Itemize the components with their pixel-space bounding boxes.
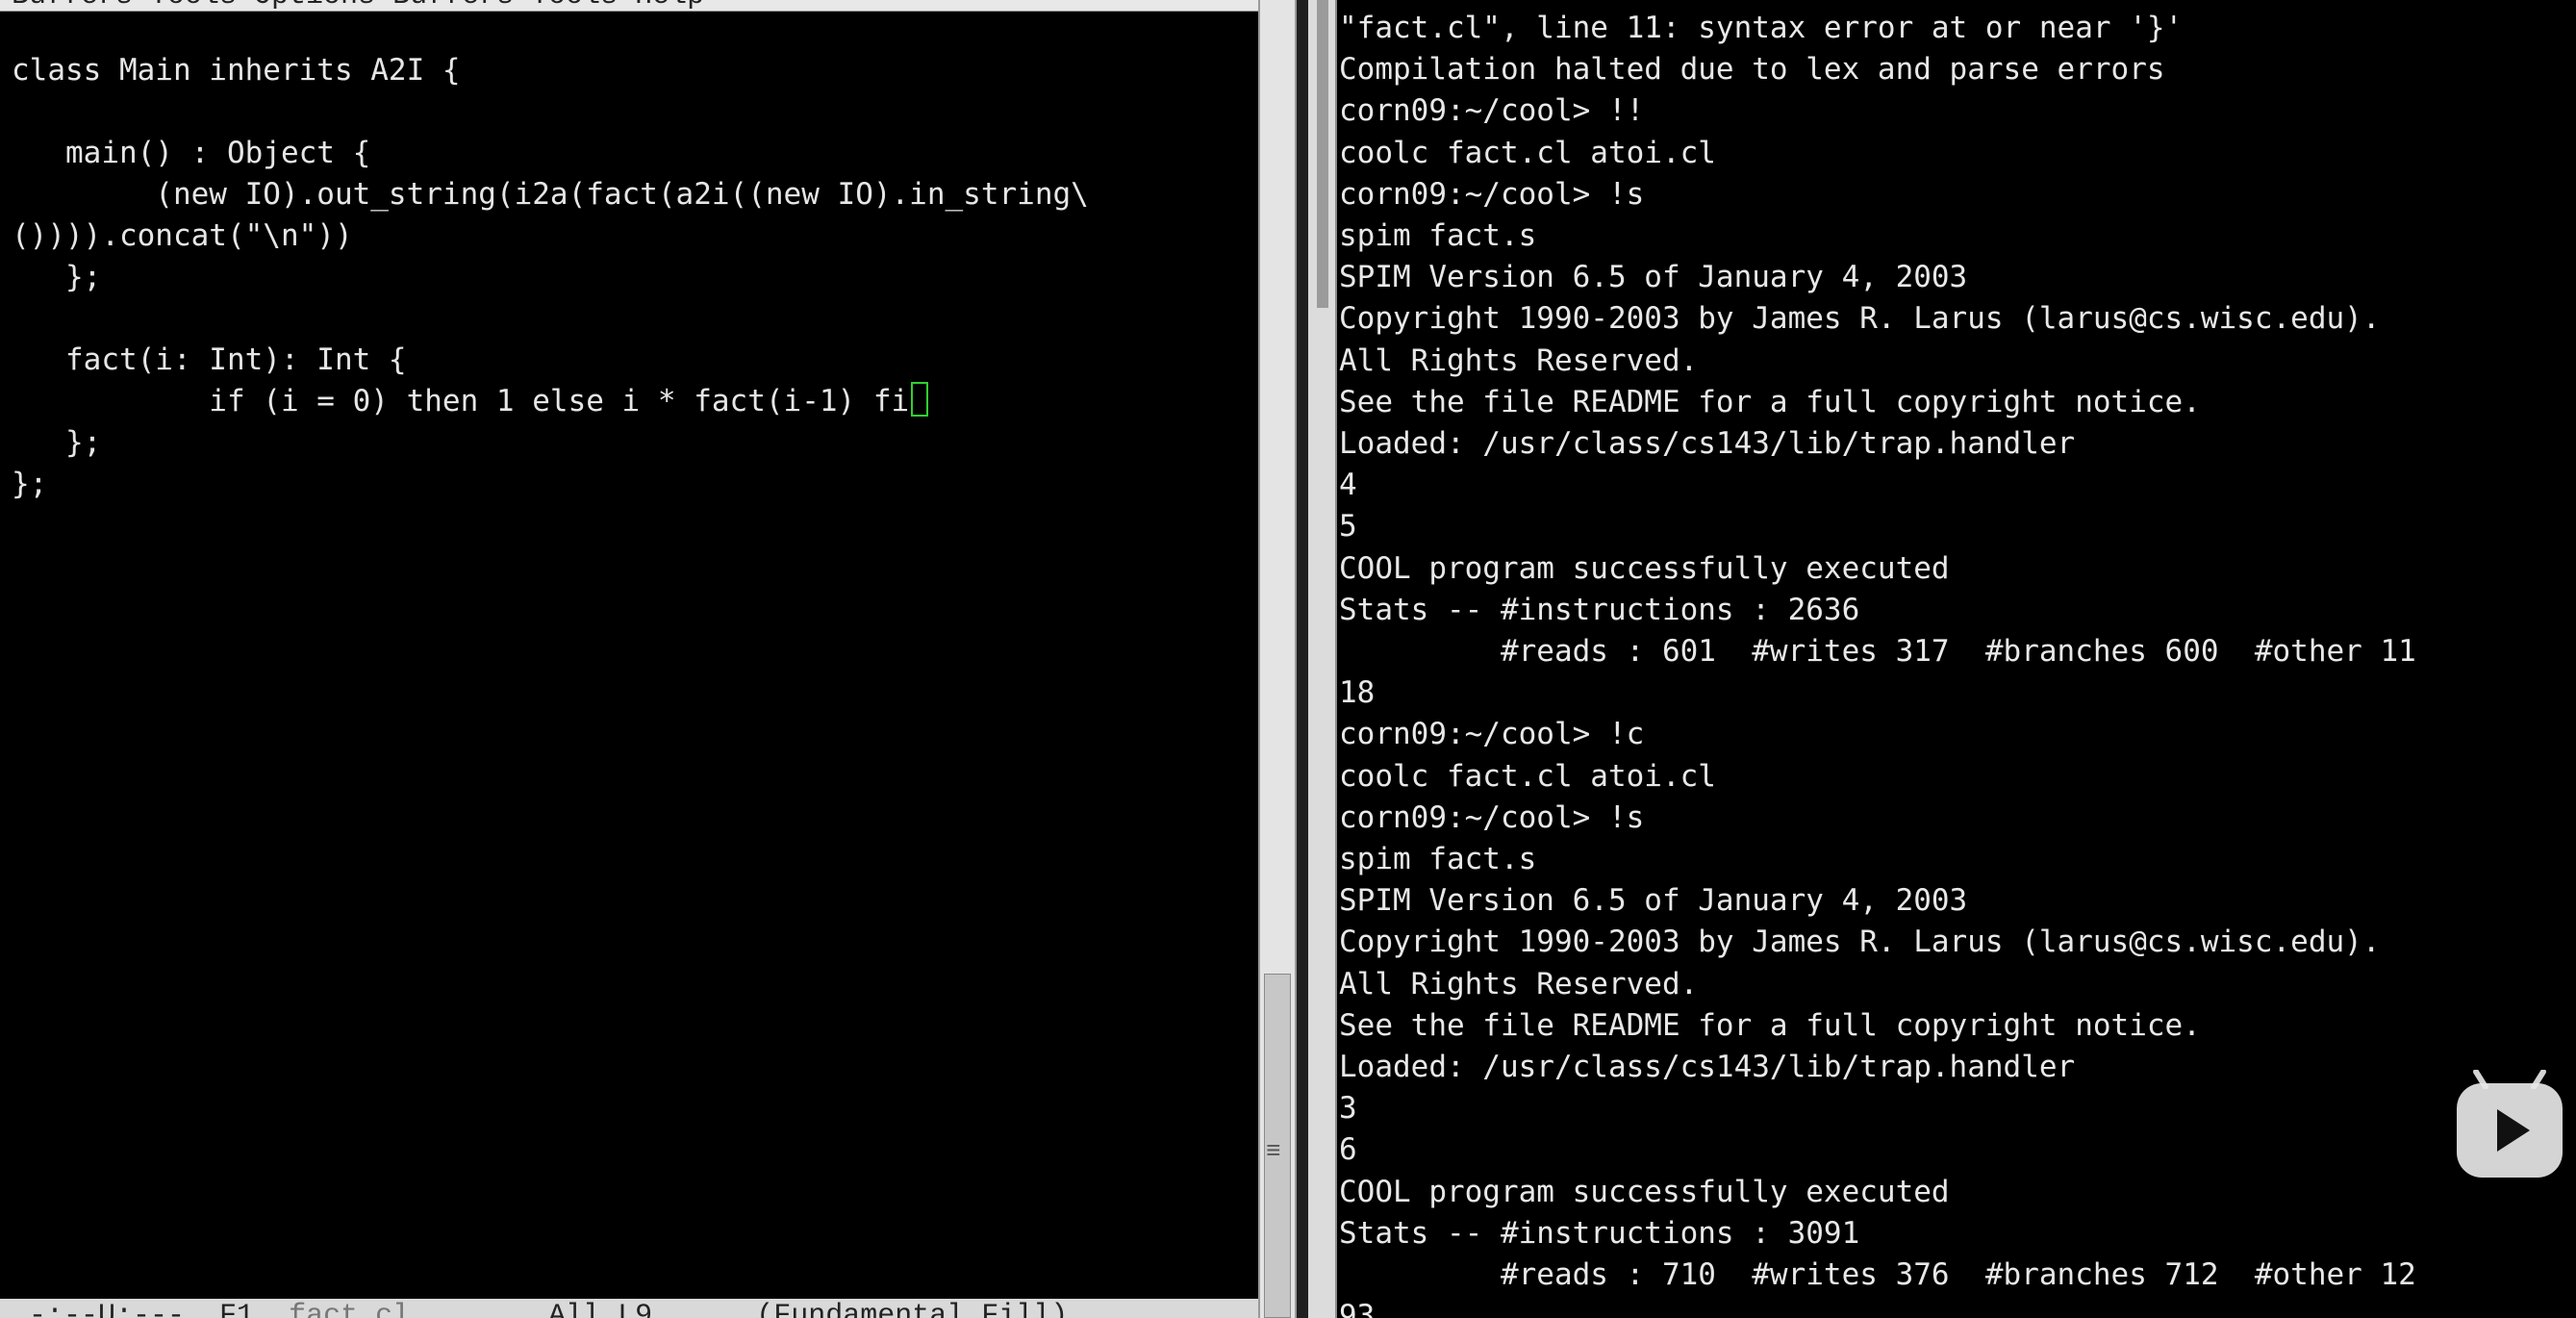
modeline-position: All L9 (548, 1300, 653, 1318)
code-line: if (i = 0) then 1 else i * fact(i-1) fi (12, 384, 910, 418)
terminal-line: 18 (1339, 675, 1376, 711)
terminal-line: Stats -- #instructions : 3091 (1339, 1215, 1860, 1251)
terminal-line: "fact.cl", line 11: syntax error at or n… (1339, 11, 2184, 45)
terminal-output: "fact.cl", line 11: syntax error at or n… (1339, 8, 2416, 1318)
play-icon[interactable] (2457, 1070, 2563, 1178)
terminal-scrollbar-thumb[interactable] (1317, 0, 1328, 308)
code-line: }; (12, 425, 102, 460)
code-buffer[interactable]: class Main inherits A2I { main() : Objec… (12, 50, 1089, 505)
terminal-line: #reads : 601 #writes 317 #branches 600 #… (1339, 634, 2416, 670)
text-cursor (911, 382, 929, 417)
modeline-mode: (Fundamental Fill) (756, 1300, 1069, 1318)
terminal-line: 93 (1339, 1299, 1376, 1318)
terminal-line: All Rights Reserved. (1339, 966, 1699, 1001)
code-line: ()))).concat("\n")) (12, 218, 353, 253)
editor-pane[interactable]: Buffers Tools Options Buffers Tools Help… (0, 0, 1258, 1318)
terminal-line: COOL program successfully executed (1339, 550, 1950, 586)
terminal-line: corn09:~/cool> !c (1339, 717, 1645, 752)
play-triangle (2497, 1109, 2530, 1152)
terminal-line: #reads : 710 #writes 376 #branches 712 #… (1339, 1257, 2416, 1293)
emacs-modeline: -:--U:--- F1 fact.cl All L9 (Fundamental… (0, 1299, 1258, 1318)
terminal-line: coolc fact.cl atoi.cl (1339, 758, 1716, 794)
terminal-line: SPIM Version 6.5 of January 4, 2003 (1339, 883, 1968, 919)
terminal-line: See the file README for a full copyright… (1339, 1007, 2201, 1043)
terminal-line: Compilation halted due to lex and parse … (1339, 52, 2165, 88)
terminal-line: 6 (1339, 1132, 1357, 1168)
terminal-line: corn09:~/cool> !s (1339, 799, 1645, 835)
pane-divider[interactable] (1297, 0, 1308, 1318)
play-icon-ears (2473, 1070, 2546, 1089)
code-line: }; (12, 467, 48, 501)
terminal-line: 4 (1339, 468, 1357, 503)
terminal-line: corn09:~/cool> !! (1339, 93, 1645, 129)
code-line: (new IO).out_string(i2a(fact(a2i((new IO… (12, 177, 1089, 212)
terminal-line: spim fact.s (1339, 218, 1537, 254)
terminal-scrollbar[interactable] (1308, 0, 1337, 1318)
terminal-line: COOL program successfully executed (1339, 1174, 1950, 1209)
terminal-line: All Rights Reserved. (1339, 342, 1699, 378)
editor-scrollbar[interactable] (1258, 0, 1297, 1318)
terminal-line: Stats -- #instructions : 2636 (1339, 592, 1860, 627)
code-line: fact(i: Int): Int { (12, 342, 407, 377)
terminal-line: corn09:~/cool> !s (1339, 176, 1645, 212)
modeline-status: -:--U:--- F1 (29, 1300, 255, 1318)
terminal-line: See the file README for a full copyright… (1339, 384, 2201, 419)
pane-resize-grip-icon[interactable]: ≡ (1266, 1137, 1281, 1166)
terminal-line: SPIM Version 6.5 of January 4, 2003 (1339, 260, 1968, 295)
terminal-line: coolc fact.cl atoi.cl (1339, 135, 1716, 170)
terminal-line: Loaded: /usr/class/cs143/lib/trap.handle… (1339, 1050, 2076, 1085)
terminal-line: Loaded: /usr/class/cs143/lib/trap.handle… (1339, 426, 2076, 462)
code-line: main() : Object { (12, 136, 371, 170)
code-line: }; (12, 260, 102, 294)
terminal-line: spim fact.s (1339, 842, 1537, 877)
code-line: class Main inherits A2I { (12, 53, 461, 88)
editor-menubar[interactable]: Buffers Tools Options Buffers Tools Help (0, 0, 1258, 12)
terminal-line: 5 (1339, 509, 1357, 545)
modeline-buffer-name: fact.cl (289, 1300, 411, 1318)
terminal-pane[interactable]: "fact.cl", line 11: syntax error at or n… (1337, 0, 2576, 1318)
terminal-line: Copyright 1990-2003 by James R. Larus (l… (1339, 925, 2381, 960)
terminal-line: Copyright 1990-2003 by James R. Larus (l… (1339, 301, 2381, 337)
terminal-line: 3 (1339, 1091, 1357, 1127)
